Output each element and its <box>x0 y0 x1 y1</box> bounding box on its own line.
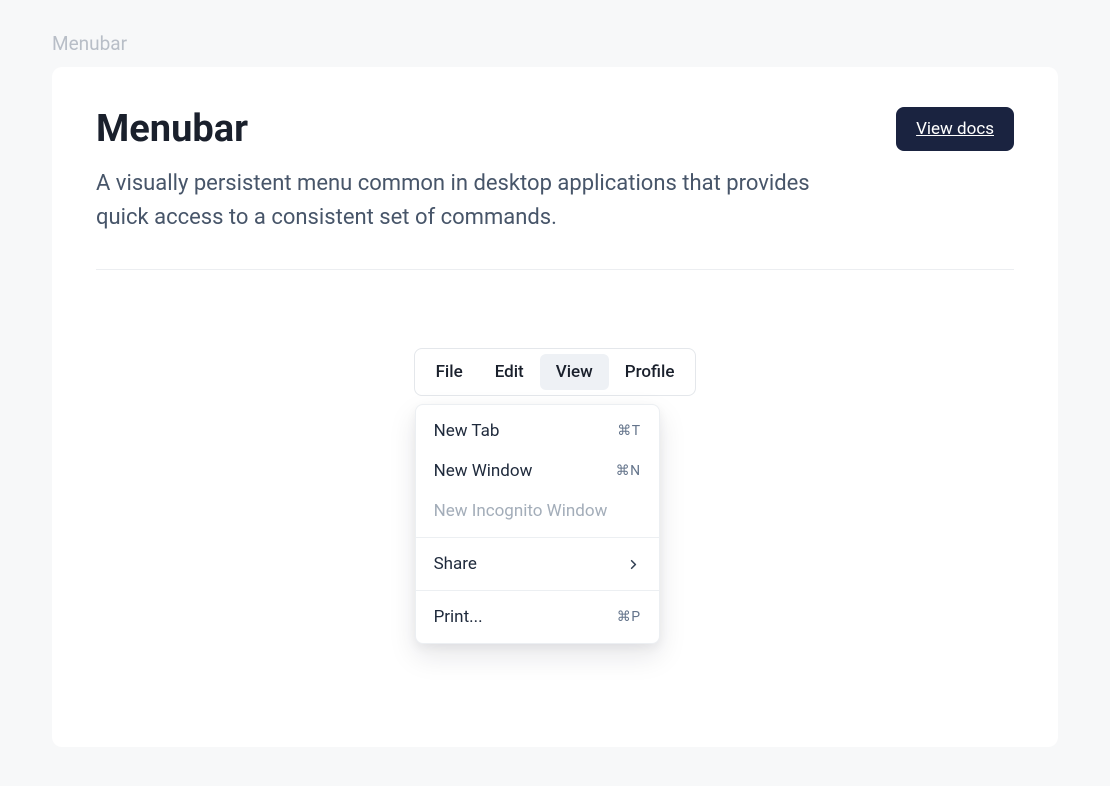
menu-item-new-tab[interactable]: New Tab ⌘T <box>416 411 659 451</box>
chevron-right-icon <box>626 557 641 572</box>
menubar-trigger-file[interactable]: File <box>420 354 479 390</box>
menu-item-share[interactable]: Share <box>416 544 659 584</box>
menu-item-label: New Tab <box>434 421 500 441</box>
component-card: Menubar A visually persistent menu commo… <box>52 67 1058 747</box>
menu-separator <box>416 537 659 538</box>
menu-item-label: New Incognito Window <box>434 501 608 521</box>
header-text-block: Menubar A visually persistent menu commo… <box>96 107 856 235</box>
view-docs-button[interactable]: View docs <box>896 107 1014 151</box>
dropdown-menu: New Tab ⌘T New Window ⌘N New Incognito W… <box>415 404 660 644</box>
page-breadcrumb-label: Menubar <box>0 0 1110 55</box>
menubar: File Edit View Profile New Tab ⌘T New Wi… <box>414 348 697 396</box>
menu-item-new-window[interactable]: New Window ⌘N <box>416 451 659 491</box>
menu-item-new-incognito-window: New Incognito Window <box>416 491 659 531</box>
menu-item-label: New Window <box>434 461 533 481</box>
menu-item-print[interactable]: Print... ⌘P <box>416 597 659 637</box>
menubar-trigger-profile[interactable]: Profile <box>609 354 691 390</box>
menu-item-shortcut: ⌘N <box>616 463 641 479</box>
menu-item-shortcut: ⌘T <box>617 423 640 439</box>
page-description: A visually persistent menu common in des… <box>96 167 856 235</box>
menu-item-label: Print... <box>434 607 483 627</box>
demo-area: File Edit View Profile New Tab ⌘T New Wi… <box>96 270 1014 396</box>
page-title: Menubar <box>96 107 856 151</box>
menu-item-shortcut: ⌘P <box>617 609 641 625</box>
menubar-trigger-view[interactable]: View <box>540 354 609 390</box>
menu-separator <box>416 590 659 591</box>
header-row: Menubar A visually persistent menu commo… <box>96 107 1014 235</box>
menubar-trigger-edit[interactable]: Edit <box>479 354 540 390</box>
menu-item-label: Share <box>434 554 477 574</box>
